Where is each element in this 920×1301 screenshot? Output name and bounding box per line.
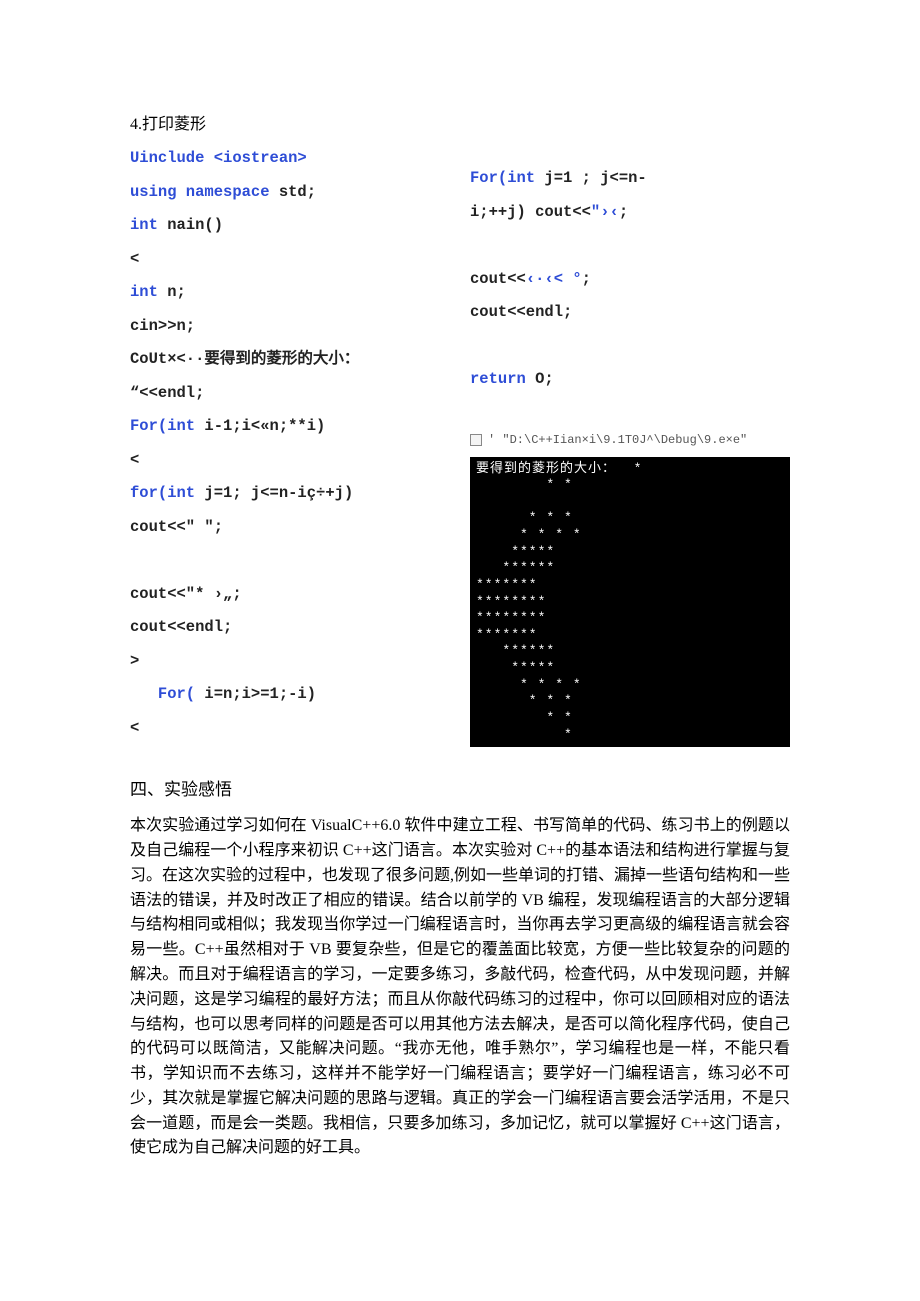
- code-line: cout<<endl;: [470, 296, 790, 330]
- code-right-column: For(int j=1 ; j<=n-i;++j) cout<<"›‹; cou…: [470, 142, 790, 747]
- essay-body: 本次实验通过学习如何在 VisualC++6.0 软件中建立工程、书写简单的代码…: [130, 814, 790, 1161]
- code-line: cout<<endl;: [130, 611, 440, 645]
- code-line: cout<<‹·‹< °;: [470, 263, 790, 297]
- code-line: For( i=n;i>=1;-i): [130, 678, 440, 712]
- code-line: int nain(): [130, 209, 440, 243]
- section-heading: 四、实验感悟: [130, 775, 790, 800]
- code-line: For(int j=1 ; j<=n-: [470, 162, 790, 196]
- console-path: ' "D:\C++Iian×i\9.1T0J^\Debug\9.e×e": [488, 433, 747, 447]
- code-line: int n;: [130, 276, 440, 310]
- code-left-column: Uinclude <iostrean>using namespace std;i…: [130, 142, 440, 747]
- exercise-title: 4.打印菱形: [130, 110, 790, 134]
- code-line: “<<endl;: [130, 377, 440, 411]
- code-line: i;++j) cout<<"›‹;: [470, 196, 790, 230]
- code-line: >: [130, 645, 440, 679]
- window-icon: [470, 434, 482, 446]
- code-line: <: [130, 712, 440, 746]
- code-line: [470, 229, 790, 263]
- code-line: for(int j=1; j<=n-iç÷+j): [130, 477, 440, 511]
- code-line: <: [130, 444, 440, 478]
- code-line: Uinclude <iostrean>: [130, 142, 440, 176]
- code-line: [130, 544, 440, 578]
- code-line: <: [130, 243, 440, 277]
- code-line: cout<<"* ›„;: [130, 578, 440, 612]
- code-line: cout<<" ";: [130, 511, 440, 545]
- code-line: using namespace std;: [130, 176, 440, 210]
- code-line: For(int i-1;i<«n;**i): [130, 410, 440, 444]
- code-columns: Uinclude <iostrean>using namespace std;i…: [130, 142, 790, 747]
- console-output: 要得到的菱形的大小： * * * * * * * * * * ***** ***…: [470, 457, 790, 748]
- console-caption: ' "D:\C++Iian×i\9.1T0J^\Debug\9.e×e": [470, 433, 790, 447]
- code-line: CoUt×<··要得到的菱形的大小：: [130, 343, 440, 377]
- code-line: return O;: [470, 363, 790, 397]
- code-line: [470, 330, 790, 364]
- code-line: cin>>n;: [130, 310, 440, 344]
